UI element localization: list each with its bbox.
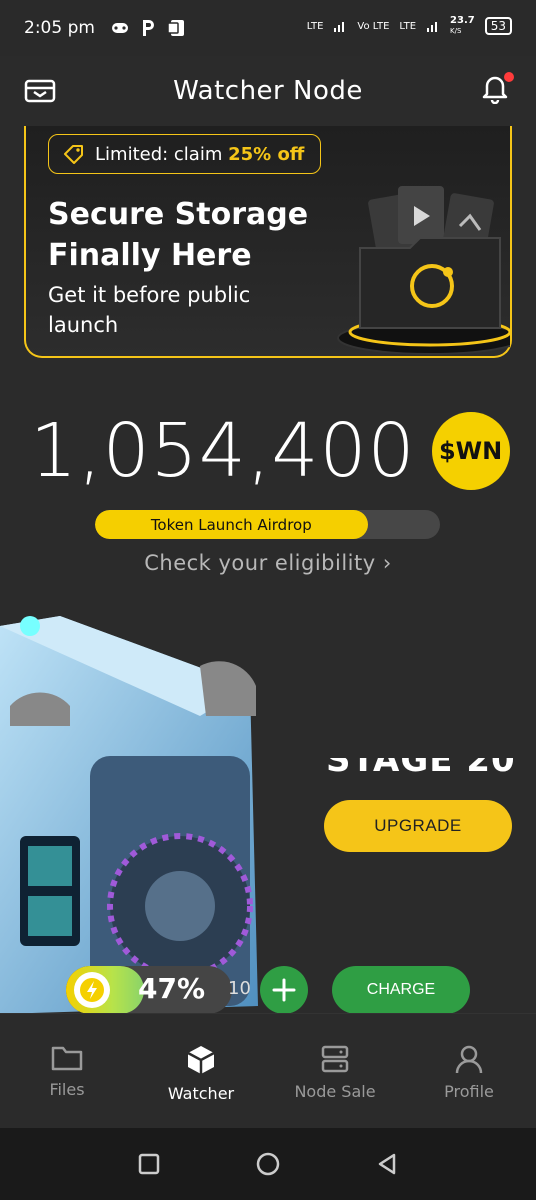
nav-label-node-sale: Node Sale (294, 1082, 376, 1101)
home-icon[interactable] (255, 1151, 281, 1177)
nav-label-watcher: Watcher (167, 1084, 235, 1103)
signal-icon-2 (427, 22, 438, 32)
back-icon[interactable] (375, 1152, 399, 1176)
balance-amount: 1,054,400 (30, 408, 416, 494)
system-nav-bar (0, 1128, 536, 1200)
folder-icon (51, 1046, 83, 1071)
wallet-button[interactable] (24, 78, 56, 108)
plus-icon (272, 978, 296, 1002)
status-time: 2:05 pm (24, 18, 95, 38)
page-title: Watcher Node (173, 76, 363, 106)
nav-item-node-sale[interactable]: Node Sale (268, 1014, 402, 1128)
nav-label-files: Files (49, 1080, 85, 1099)
notifications-button[interactable] (480, 72, 514, 106)
app-header: Watcher Node (0, 56, 536, 126)
limited-offer-badge[interactable]: Limited: claim 25% off (48, 134, 322, 174)
signal-icon (334, 22, 345, 32)
charge-button[interactable]: CHARGE (332, 966, 470, 1014)
bottom-nav: Files Watcher Node Sale Profile (0, 1014, 536, 1128)
add-energy-button[interactable] (260, 966, 308, 1014)
server-icon (321, 1045, 349, 1073)
energy-meter: 47% (66, 966, 232, 1014)
token-symbol: $WN (438, 437, 503, 465)
nav-item-profile[interactable]: Profile (402, 1014, 536, 1128)
promo-title: Secure Storage Finally Here (48, 197, 309, 273)
network-label-2: Vo LTE (357, 20, 390, 32)
battery-indicator: 53 (484, 17, 512, 35)
cube-icon (187, 1046, 215, 1074)
lightning-icon (74, 972, 110, 1008)
net-speed: 23.7 K/S (450, 15, 475, 36)
status-bar: 2:05 pm LTE Vo LTE LTE 23.7 K/S 53 (0, 0, 536, 56)
tag-icon (64, 145, 83, 164)
airdrop-progress-fill: Token Launch Airdrop (95, 510, 368, 539)
main-content: Limited: claim 25% off Secure Storage Fi… (0, 126, 536, 1014)
promo-subtitle: Get it before public launch (48, 283, 251, 337)
watcher-node-chest-illustration (0, 616, 258, 1014)
nav-item-files[interactable]: Files (0, 1014, 134, 1128)
upgrade-button[interactable]: UPGRADE (324, 800, 512, 852)
recent-apps-icon[interactable] (137, 1152, 161, 1176)
energy-count: 10 (228, 978, 251, 999)
discount-highlight: 25% off (228, 143, 305, 165)
promo-card[interactable]: Limited: claim 25% off Secure Storage Fi… (24, 126, 512, 358)
p-app-icon (142, 20, 154, 36)
gamepad-icon (111, 23, 128, 33)
limited-offer-text: Limited: claim 25% off (95, 143, 305, 165)
network-label-1: LTE (306, 20, 324, 32)
check-eligibility-link[interactable]: Check your eligibility › (0, 551, 536, 575)
stage-label: STAGE 20 (326, 758, 516, 780)
status-notification-icons (111, 19, 185, 37)
notification-dot (504, 72, 514, 82)
storage-folder-illustration (337, 186, 510, 355)
wallet-icon (24, 79, 56, 103)
balance-row: 1,054,400 $WN (30, 408, 510, 494)
network-label-3: LTE (399, 20, 417, 32)
nav-item-watcher[interactable]: Watcher (134, 1014, 268, 1128)
token-coin: $WN (431, 412, 510, 490)
energy-percent: 47% (138, 972, 206, 1005)
status-system-icons: LTE Vo LTE LTE 23.7 K/S 53 (307, 16, 512, 36)
user-icon (455, 1045, 483, 1074)
airdrop-progress-bar[interactable]: Token Launch Airdrop (95, 510, 440, 539)
nav-label-profile: Profile (444, 1082, 494, 1101)
office-app-icon (167, 20, 184, 36)
airdrop-label: Token Launch Airdrop (150, 515, 312, 534)
chevron-right-icon: › (382, 551, 392, 575)
